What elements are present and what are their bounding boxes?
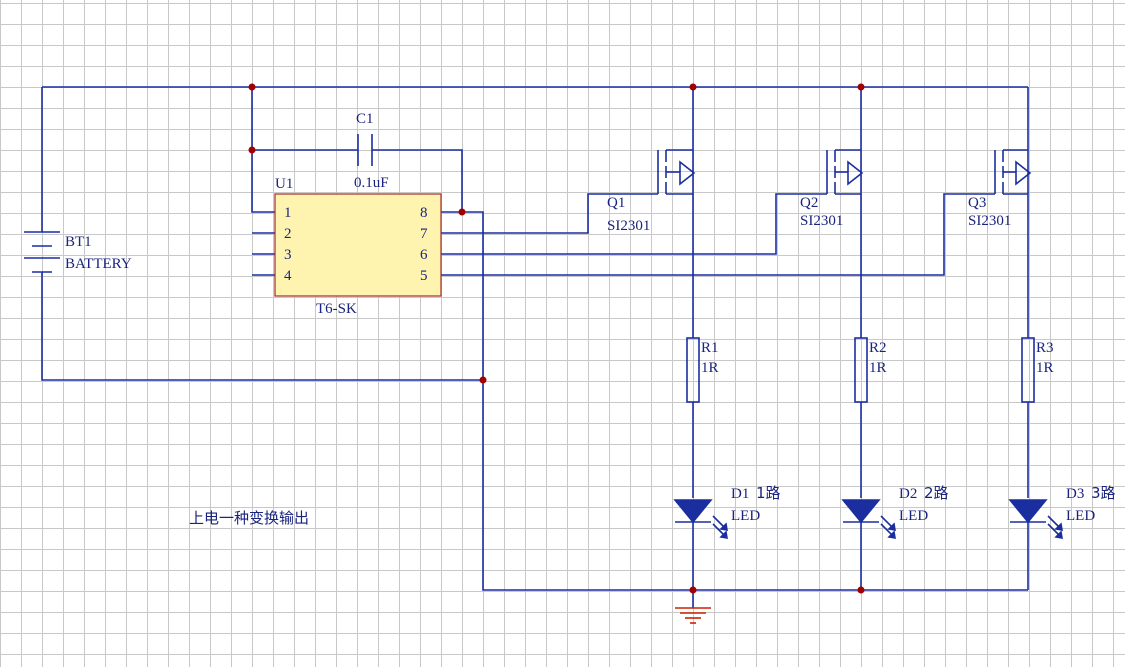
battery-value: BATTERY [65, 256, 132, 272]
mosfet-q1-part: SI2301 [607, 218, 650, 234]
mosfet-q1-ref: Q1 [607, 195, 625, 211]
mosfet-q1-symbol [657, 149, 696, 195]
ic-pin-8: 8 [420, 205, 428, 221]
junction-dot [857, 83, 865, 91]
ic-ref: U1 [275, 176, 293, 192]
resistor-r1-symbol [686, 337, 700, 403]
mosfet-q3-symbol [994, 149, 1032, 195]
led-d1-symbol [673, 499, 728, 539]
led-d3-ref: D3 [1066, 486, 1084, 502]
led-d1-ref: D1 [731, 486, 749, 502]
led-d2-ref: D2 [899, 486, 917, 502]
led-d2-value: LED [899, 508, 928, 524]
ic-part: T6-SK [316, 301, 357, 317]
mosfet-q2-part: SI2301 [800, 213, 843, 229]
led-d2-note: 2路 [924, 484, 949, 502]
battery-symbol [24, 231, 60, 273]
mosfet-q3-ref: Q3 [968, 195, 986, 211]
junction-dot [248, 83, 256, 91]
capacitor-value: 0.1uF [354, 175, 389, 191]
led-d1-value: LED [731, 508, 760, 524]
battery-ref: BT1 [65, 234, 92, 250]
led-d1-note: 1路 [756, 484, 781, 502]
capacitor-ref: C1 [356, 111, 374, 127]
ic-pin-4: 4 [284, 268, 292, 284]
resistor-r3-value: 1R [1036, 360, 1054, 376]
resistor-r1-value: 1R [701, 360, 719, 376]
junction-dot [689, 83, 697, 91]
wire-pin5-q3 [441, 193, 995, 276]
ic-pin-2: 2 [284, 226, 292, 242]
resistor-r1-ref: R1 [701, 340, 719, 356]
ic-pin-5: 5 [420, 268, 428, 284]
junction-dot [479, 376, 487, 384]
junction-dot [458, 208, 466, 216]
junction-dot [857, 586, 865, 594]
led-d3-symbol [1008, 499, 1063, 539]
ic-pin-1: 1 [284, 205, 292, 221]
circuit-note: 上电一种变换输出 [189, 509, 309, 527]
resistor-r2-symbol [854, 337, 868, 403]
schematic: BT1 BATTERY U1 T6-SK 1 2 3 4 8 7 6 5 C1 … [24, 83, 1116, 624]
resistor-r2-ref: R2 [869, 340, 887, 356]
ic-pin-3: 3 [284, 247, 292, 263]
resistor-r2-value: 1R [869, 360, 887, 376]
led-d3-note: 3路 [1091, 484, 1116, 502]
ic-pin-6: 6 [420, 247, 428, 263]
capacitor-symbol [357, 134, 373, 166]
led-d2-symbol [841, 499, 896, 539]
ic-pin-7: 7 [420, 226, 428, 242]
resistor-r3-symbol [1021, 337, 1035, 403]
mosfet-q2-ref: Q2 [800, 195, 818, 211]
wire-pin8-gnd [441, 211, 1028, 591]
junction-dot [689, 586, 697, 594]
mosfet-q3-part: SI2301 [968, 213, 1011, 229]
junction-dot [248, 146, 256, 154]
led-d3-value: LED [1066, 508, 1095, 524]
ic-body [274, 193, 442, 297]
junctions [248, 83, 865, 594]
ground-icon [675, 607, 711, 624]
mosfet-q2-symbol [826, 149, 864, 195]
resistor-r3-ref: R3 [1036, 340, 1054, 356]
